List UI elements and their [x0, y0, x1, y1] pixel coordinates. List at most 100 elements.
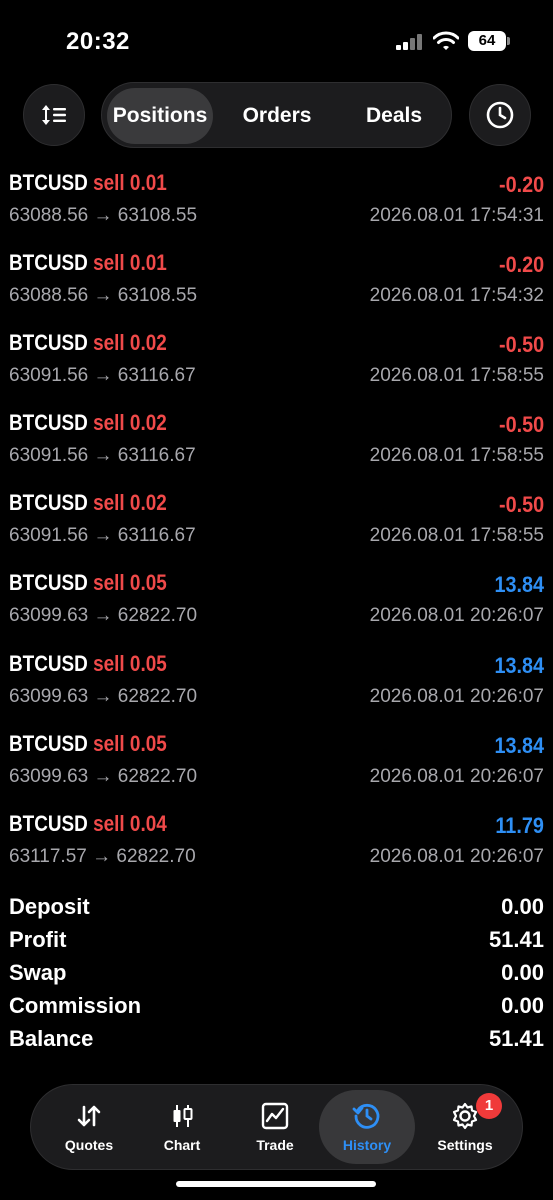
position-side-volume: sell 0.05 — [93, 650, 167, 676]
tab-label: Quotes — [64, 1137, 114, 1153]
position-row[interactable]: BTCUSD sell 0.05 13.84 63099.63 → 62822.… — [0, 560, 553, 640]
summary-value: 0.00 — [501, 993, 544, 1018]
tab-positions[interactable]: Positions — [107, 88, 213, 144]
sort-button[interactable] — [23, 84, 85, 146]
account-summary: Deposit 0.00 Profit 51.41 Swap 0.00 Comm… — [0, 890, 553, 1055]
position-symbol: BTCUSD sell 0.05 — [9, 730, 167, 756]
position-row[interactable]: BTCUSD sell 0.04 11.79 63117.57 → 62822.… — [0, 801, 553, 881]
bottom-tab-bar: Quotes Chart Trade History Settings — [30, 1084, 523, 1170]
position-profit: 11.79 — [495, 812, 544, 838]
position-prices: 63091.56 → 63116.67 — [9, 445, 196, 467]
position-side-volume: sell 0.01 — [93, 250, 167, 276]
top-toolbar: Positions Orders Deals — [0, 82, 553, 148]
position-side-volume: sell 0.05 — [93, 570, 167, 596]
position-row[interactable]: BTCUSD sell 0.02 -0.50 63091.56 → 63116.… — [0, 320, 553, 400]
summary-value: 0.00 — [501, 960, 544, 985]
position-symbol: BTCUSD sell 0.01 — [9, 170, 167, 195]
position-prices: 63088.56 → 63108.55 — [9, 285, 198, 307]
summary-label: Deposit — [9, 894, 90, 919]
position-profit: 13.84 — [494, 652, 544, 678]
position-row[interactable]: BTCUSD sell 0.05 13.84 63099.63 → 62822.… — [0, 641, 553, 721]
tab-quotes[interactable]: Quotes — [41, 1090, 137, 1164]
position-symbol: BTCUSD sell 0.04 — [9, 810, 167, 836]
tab-label: Chart — [163, 1137, 201, 1153]
position-prices: 63117.57 → 62822.70 — [9, 845, 196, 867]
position-prices: 63088.56 → 63108.55 — [9, 205, 198, 226]
tab-label: History — [342, 1137, 392, 1153]
position-symbol: BTCUSD sell 0.02 — [9, 330, 167, 356]
position-time: 2026.08.01 17:54:32 — [369, 285, 544, 307]
tab-label: Settings — [437, 1137, 493, 1153]
position-profit: -0.50 — [498, 332, 544, 358]
summary-label: Profit — [9, 927, 67, 952]
summary-label: Balance — [9, 1026, 94, 1051]
position-time: 2026.08.01 20:26:07 — [369, 765, 544, 787]
clock-icon — [486, 101, 514, 129]
position-row[interactable]: BTCUSD sell 0.02 -0.50 63091.56 → 63116.… — [0, 400, 553, 480]
summary-swap: Swap 0.00 — [0, 956, 553, 989]
summary-value: 51.41 — [488, 927, 544, 952]
home-indicator — [176, 1181, 376, 1187]
position-prices: 63099.63 → 62822.70 — [9, 605, 198, 627]
candlestick-chart-icon — [173, 1105, 193, 1127]
history-segment-control: Positions Orders Deals — [101, 82, 452, 148]
battery-indicator: 64 — [468, 31, 510, 51]
position-symbol: BTCUSD sell 0.05 — [9, 650, 167, 676]
position-side-volume: sell 0.02 — [93, 330, 167, 356]
summary-commission: Commission 0.00 — [0, 989, 553, 1022]
position-profit: 13.84 — [494, 732, 544, 758]
position-profit: -0.20 — [498, 252, 544, 278]
summary-label: Swap — [9, 960, 67, 985]
history-clock-icon — [352, 1103, 380, 1129]
summary-profit: Profit 51.41 — [0, 923, 553, 956]
tab-history[interactable]: History — [319, 1090, 415, 1164]
status-time: 20:32 — [66, 28, 130, 55]
position-symbol: BTCUSD sell 0.01 — [9, 250, 167, 276]
status-bar: 20:32 64 — [0, 0, 553, 80]
position-time: 2026.08.01 20:26:07 — [369, 845, 544, 867]
position-prices: 63091.56 → 63116.67 — [9, 525, 196, 547]
position-time: 2026.08.01 17:58:55 — [369, 525, 544, 547]
quotes-arrows-icon — [77, 1105, 101, 1127]
cellular-signal-icon — [396, 34, 424, 50]
period-button[interactable] — [469, 84, 531, 146]
position-prices: 63091.56 → 63116.67 — [9, 365, 196, 387]
position-time: 2026.08.01 20:26:07 — [369, 605, 544, 627]
tab-deals[interactable]: Deals — [340, 88, 448, 144]
position-prices: 63099.63 → 62822.70 — [9, 685, 198, 707]
positions-list: BTCUSD sell 0.01 -0.20 63088.56 → 63108.… — [0, 160, 553, 881]
position-row[interactable]: BTCUSD sell 0.01 -0.20 63088.56 → 63108.… — [0, 240, 553, 320]
position-side-volume: sell 0.02 — [93, 490, 167, 516]
summary-value: 0.00 — [501, 894, 544, 919]
trade-chart-icon — [261, 1102, 289, 1130]
summary-value: 51.41 — [488, 1026, 544, 1051]
summary-label: Commission — [9, 993, 142, 1018]
position-row[interactable]: BTCUSD sell 0.05 13.84 63099.63 → 62822.… — [0, 721, 553, 801]
position-side-volume: sell 0.05 — [93, 730, 167, 756]
position-profit: -0.50 — [498, 492, 544, 518]
tab-label: Trade — [256, 1137, 294, 1153]
position-side-volume: sell 0.04 — [93, 810, 167, 836]
position-row[interactable]: BTCUSD sell 0.01 -0.20 63088.56 → 63108.… — [0, 160, 553, 240]
tab-trade[interactable]: Trade — [227, 1090, 323, 1164]
position-profit: -0.20 — [498, 172, 544, 197]
settings-notification-badge: 1 — [476, 1093, 502, 1119]
position-profit: -0.50 — [498, 412, 544, 438]
position-side-volume: sell 0.01 — [93, 170, 167, 195]
position-prices: 63099.63 → 62822.70 — [9, 765, 198, 787]
position-profit: 13.84 — [494, 572, 544, 598]
position-time: 2026.08.01 17:58:55 — [369, 445, 544, 467]
tab-orders[interactable]: Orders — [223, 88, 331, 144]
summary-balance: Balance 51.41 — [0, 1022, 553, 1055]
summary-deposit: Deposit 0.00 — [0, 890, 553, 923]
position-side-volume: sell 0.02 — [93, 410, 167, 436]
position-time: 2026.08.01 17:58:55 — [369, 365, 544, 387]
position-symbol: BTCUSD sell 0.02 — [9, 490, 167, 516]
sort-icon — [42, 105, 66, 125]
tab-chart[interactable]: Chart — [134, 1090, 230, 1164]
position-symbol: BTCUSD sell 0.02 — [9, 410, 167, 436]
wifi-icon — [433, 31, 459, 50]
position-symbol: BTCUSD sell 0.05 — [9, 570, 167, 596]
position-row[interactable]: BTCUSD sell 0.02 -0.50 63091.56 → 63116.… — [0, 480, 553, 560]
position-time: 2026.08.01 20:26:07 — [369, 685, 544, 707]
